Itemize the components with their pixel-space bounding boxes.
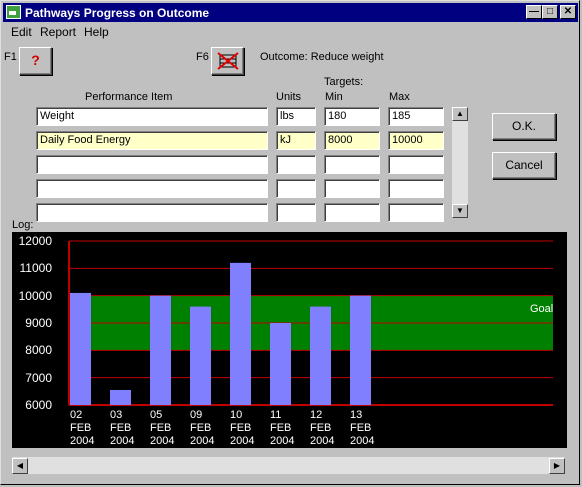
bar	[350, 295, 371, 405]
rows-scrollbar[interactable]	[452, 107, 468, 218]
x-tick-label: 11 FEB 2004	[270, 409, 295, 447]
chart-toggle-button[interactable]	[211, 47, 244, 75]
bar	[70, 292, 91, 405]
item-field-1[interactable]: Weight	[36, 107, 268, 126]
scroll-left-button[interactable]: ◀	[12, 458, 28, 474]
units-field-1[interactable]: lbs	[276, 107, 316, 126]
f1-label: F1	[4, 51, 17, 63]
scroll-down-button[interactable]: ▼	[452, 204, 468, 218]
horizontal-scrollbar[interactable]	[12, 457, 565, 474]
y-tick-label: 12000	[18, 234, 52, 248]
item-field-2[interactable]: Daily Food Energy	[36, 131, 268, 150]
units-field-3[interactable]	[276, 155, 316, 174]
x-tick-label: 13 FEB 2004	[350, 409, 375, 447]
item-field-3[interactable]	[36, 155, 268, 174]
header-performance-item: Performance Item	[85, 91, 173, 103]
bar	[190, 306, 211, 405]
app-icon	[6, 5, 21, 19]
header-targets: Targets:	[324, 76, 364, 88]
y-tick-label: 6000	[25, 398, 52, 412]
header-units: Units	[276, 91, 302, 103]
minimize-button[interactable]: —	[526, 5, 542, 19]
x-tick-label: 10 FEB 2004	[230, 409, 255, 447]
min-field-1[interactable]: 180	[324, 107, 380, 126]
close-button[interactable]: ✕	[560, 5, 576, 19]
bar	[270, 323, 291, 405]
x-tick-label: 02 FEB 2004	[70, 409, 95, 447]
y-tick-label: 9000	[25, 316, 52, 330]
log-chart: 6000 7000 8000 9000 10000 11000 12000 02 FEB 2004…	[12, 232, 567, 448]
window-title: Pathways Progress on Outcome	[25, 6, 210, 20]
x-tick-label: 09 FEB 2004	[190, 409, 215, 447]
scroll-right-button[interactable]: ▶	[549, 458, 565, 474]
units-field-5[interactable]	[276, 203, 316, 222]
min-field-5[interactable]	[324, 203, 380, 222]
header-max: Max	[389, 91, 410, 103]
menu-report[interactable]: Report	[40, 25, 76, 39]
y-tick-label: 10000	[18, 288, 52, 303]
x-tick-label: 03 FEB 2004	[110, 409, 135, 447]
min-field-2[interactable]: 8000	[324, 131, 380, 150]
chart-off-icon	[217, 52, 239, 70]
max-field-2[interactable]: 10000	[388, 131, 444, 150]
ok-button[interactable]: O.K.	[492, 113, 556, 140]
x-tick-label: 12 FEB 2004	[310, 409, 335, 447]
goal-label: Goal	[530, 303, 554, 316]
outcome-label: Outcome: Reduce weight	[260, 51, 384, 63]
menu-edit[interactable]: Edit	[11, 25, 32, 39]
bar	[230, 262, 251, 405]
bar	[150, 295, 171, 405]
max-field-3[interactable]	[388, 155, 444, 174]
y-tick-label: 11000	[19, 261, 52, 276]
min-field-3[interactable]	[324, 155, 380, 174]
cancel-button[interactable]: Cancel	[492, 152, 556, 179]
bar	[110, 389, 131, 405]
y-tick-label: 8000	[25, 343, 52, 358]
f6-label: F6	[196, 51, 209, 63]
max-field-5[interactable]	[388, 203, 444, 222]
header-min: Min	[325, 91, 343, 103]
maximize-button[interactable]: □	[542, 5, 558, 19]
min-field-4[interactable]	[324, 179, 380, 198]
max-field-4[interactable]	[388, 179, 444, 198]
log-label: Log:	[12, 219, 34, 231]
units-field-2[interactable]: kJ	[276, 131, 316, 150]
menu-help[interactable]: Help	[84, 25, 109, 39]
help-button[interactable]: ?	[19, 47, 52, 75]
y-tick-label: 7000	[25, 370, 52, 385]
item-field-5[interactable]	[36, 203, 268, 222]
max-field-1[interactable]: 185	[388, 107, 444, 126]
units-field-4[interactable]	[276, 179, 316, 198]
x-tick-label: 05 FEB 2004	[150, 409, 175, 447]
title-bar[interactable]: Pathways Progress on Outcome — □ ✕	[3, 3, 578, 22]
help-question-icon: ?	[31, 52, 40, 68]
bar	[310, 306, 331, 405]
scroll-up-button[interactable]: ▲	[452, 107, 468, 121]
item-field-4[interactable]	[36, 179, 268, 198]
